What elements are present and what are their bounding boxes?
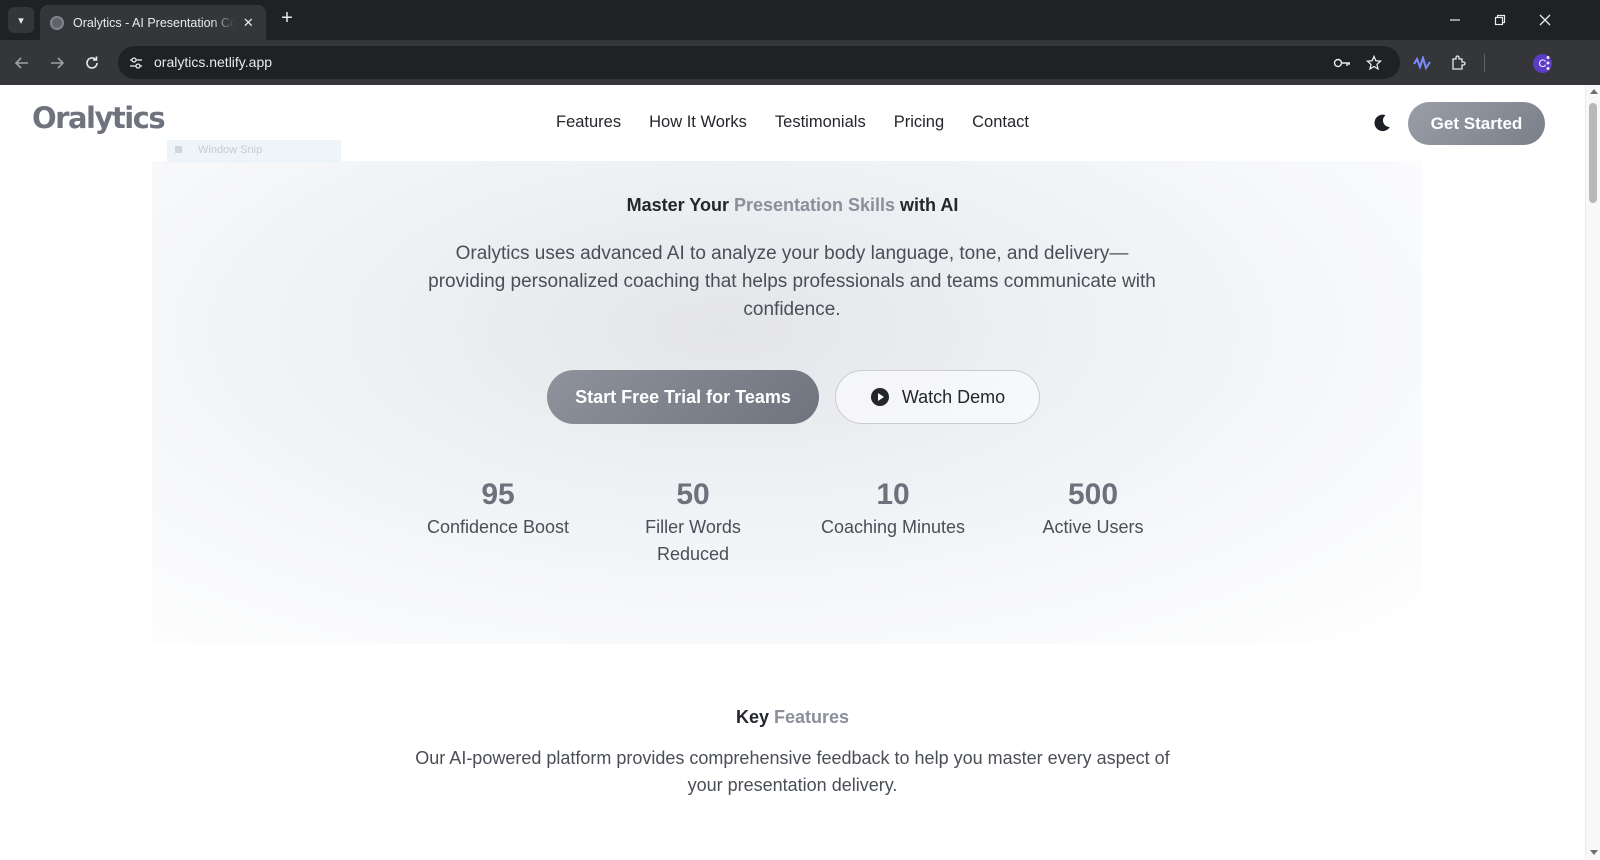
hero-title: Master Your Presentation Skills with AI	[0, 195, 1585, 216]
reload-icon[interactable]	[79, 50, 105, 76]
site-info-icon[interactable]	[124, 51, 147, 74]
start-free-trial-button[interactable]: Start Free Trial for Teams	[547, 370, 819, 424]
password-key-icon[interactable]	[1331, 52, 1353, 74]
extensions-puzzle-icon[interactable]	[1446, 51, 1470, 75]
restore-icon[interactable]	[1477, 0, 1523, 40]
tab-title: Oralytics - AI Presentation Coach	[73, 15, 235, 30]
browser-toolbar: oralytics.netlify.app C	[0, 40, 1600, 85]
forward-icon[interactable]	[44, 50, 70, 76]
window-snip-label: Window Snip	[198, 144, 263, 156]
browser-tab-bar: ▾ Oralytics - AI Presentation Coach ✕ +	[0, 0, 1600, 40]
features-section-title: Key Features	[0, 707, 1585, 728]
stat-value: 500	[1067, 478, 1119, 511]
nav-how-it-works[interactable]: How It Works	[649, 113, 747, 132]
hero-title-suffix: with AI	[895, 195, 959, 215]
stat-value: 95	[481, 478, 515, 511]
stat-confidence-boost: 95 Confidence Boost	[403, 478, 593, 541]
close-window-icon[interactable]	[1522, 0, 1568, 40]
play-icon	[870, 388, 889, 406]
window-snip-overlay: Window Snip	[167, 140, 341, 162]
features-section-description: Our AI-powered platform provides compreh…	[415, 748, 1170, 795]
hero-title-accent: Presentation Skills	[733, 195, 896, 215]
nav-contact[interactable]: Contact	[972, 113, 1029, 132]
features-title-plain: Key	[735, 707, 774, 727]
bookmark-star-icon[interactable]	[1363, 52, 1385, 74]
stat-label: Filler Words Reduced	[645, 517, 741, 564]
url-text[interactable]: oralytics.netlify.app	[154, 54, 272, 70]
nav-testimonials[interactable]: Testimonials	[775, 113, 866, 132]
minimize-icon[interactable]	[1432, 0, 1478, 40]
back-icon[interactable]	[9, 50, 35, 76]
nav-pricing[interactable]: Pricing	[894, 113, 944, 132]
extension-wave-icon[interactable]	[1410, 51, 1434, 75]
watch-demo-button[interactable]: Watch Demo	[835, 370, 1040, 424]
stat-active-users: 500 Active Users	[998, 478, 1188, 541]
close-icon[interactable]: ✕	[241, 15, 256, 31]
scroll-down-arrow-icon[interactable]	[1590, 850, 1598, 855]
browser-tab[interactable]: Oralytics - AI Presentation Coach ✕	[40, 5, 266, 40]
scroll-thumb[interactable]	[1589, 103, 1597, 203]
plus-icon[interactable]: +	[276, 8, 298, 30]
kebab-menu-icon[interactable]	[1536, 51, 1560, 75]
main-nav: Features How It Works Testimonials Pricing C…	[0, 113, 1585, 132]
moon-icon[interactable]	[1372, 113, 1392, 133]
stat-label: Active Users	[1042, 517, 1144, 537]
toolbar-divider	[1484, 54, 1485, 72]
address-bar[interactable]: oralytics.netlify.app	[118, 46, 1400, 79]
scroll-up-arrow-icon[interactable]	[1590, 89, 1598, 94]
stat-value: 50	[676, 478, 710, 511]
tab-search-icon[interactable]: ▾	[8, 7, 34, 33]
watch-demo-label: Watch Demo	[901, 386, 1006, 407]
features-title-accent: Features	[773, 707, 850, 727]
stat-label: Confidence Boost	[426, 517, 570, 537]
favicon-icon	[50, 15, 64, 30]
nav-features[interactable]: Features	[556, 113, 621, 132]
get-started-button[interactable]: Get Started	[1408, 102, 1545, 145]
stat-filler-words: 50 Filler Words Reduced	[598, 478, 788, 568]
hero-title-prefix: Master Your	[626, 195, 734, 215]
stat-coaching-minutes: 10 Coaching Minutes	[798, 478, 988, 541]
page-viewport: Oralytics Features How It Works Testimonia…	[0, 85, 1585, 860]
stat-label: Coaching Minutes	[820, 517, 966, 537]
stat-value: 10	[876, 478, 910, 511]
page-scrollbar[interactable]	[1585, 85, 1600, 860]
hero-description: Oralytics uses advanced AI to analyze yo…	[428, 243, 1156, 320]
